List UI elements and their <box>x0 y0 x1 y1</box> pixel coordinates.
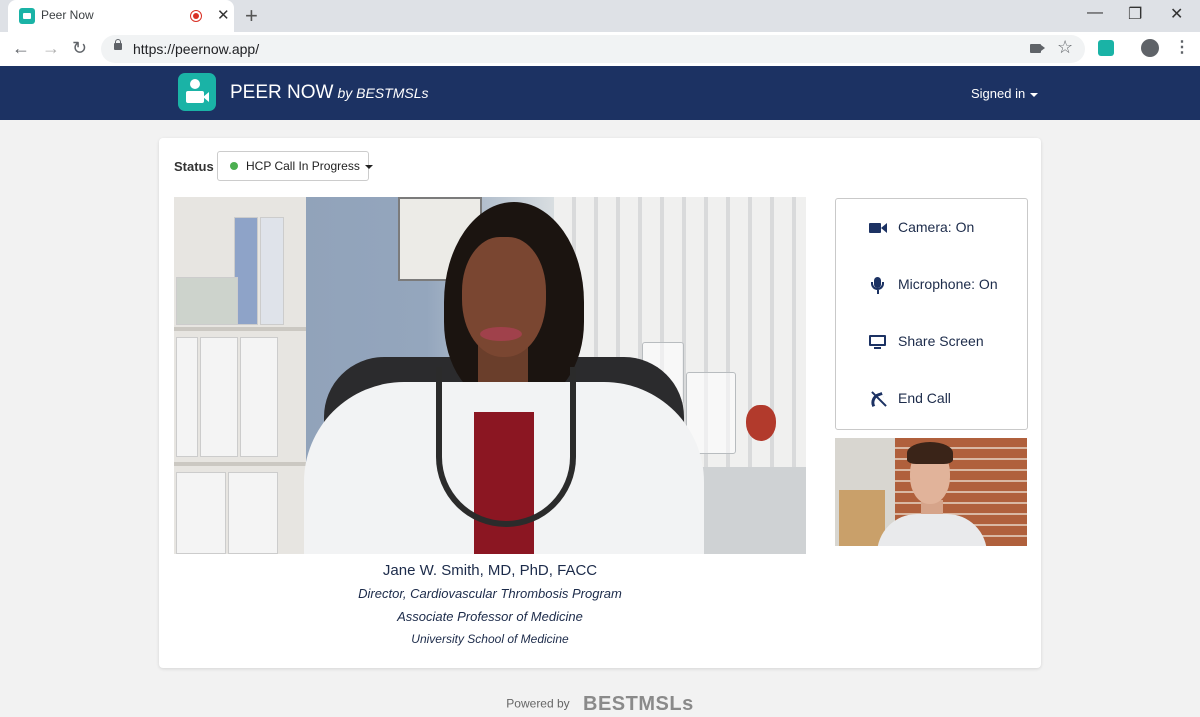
peer-now-logo[interactable] <box>178 73 216 111</box>
end-call-button[interactable]: End Call <box>836 381 1027 417</box>
browser-menu-icon[interactable]: ⋮ <box>1174 37 1190 57</box>
browser-tab[interactable]: Peer Now ✕ <box>8 0 234 32</box>
powered-by-label: Powered by <box>506 696 570 711</box>
extension-icon[interactable] <box>1098 40 1114 56</box>
camera-label: Camera: On <box>898 219 975 235</box>
recording-indicator-icon <box>190 10 202 22</box>
tab-title: Peer Now <box>41 8 94 22</box>
status-value-text: HCP Call In Progress <box>246 159 360 173</box>
app-favicon-icon <box>19 8 35 24</box>
status-indicator-icon <box>230 162 238 170</box>
caller-institution: University School of Medicine <box>411 632 569 646</box>
binder <box>176 472 226 554</box>
minimize-window-button[interactable]: — <box>1087 4 1103 22</box>
shelf <box>839 490 885 546</box>
back-button[interactable]: ← <box>12 38 30 59</box>
shelf-line <box>174 462 306 466</box>
app-header: PEER NOW by BESTMSLs Signed in <box>0 66 1200 120</box>
brand-byline: by BESTMSLs <box>337 85 429 101</box>
brand-name: PEER NOW <box>230 82 334 103</box>
bestmsls-logo: BESTMSLs <box>583 693 694 715</box>
user-menu-dropdown[interactable]: Signed in <box>971 86 1039 101</box>
microphone-icon <box>869 277 887 294</box>
bookmark-star-icon[interactable]: ☆ <box>1057 37 1073 58</box>
logo-camera-shape <box>186 91 204 103</box>
reload-button[interactable]: ↻ <box>72 38 87 59</box>
box <box>176 277 238 325</box>
close-window-button[interactable]: ✕ <box>1170 4 1183 24</box>
video-bookshelf <box>174 197 306 554</box>
lips <box>480 327 522 341</box>
logo-head-shape <box>190 79 200 89</box>
browser-toolbar: ← → ↻ https://peernow.app/ ☆ ⋮ <box>0 32 1200 67</box>
lock-icon <box>114 39 122 50</box>
footer: Powered by BESTMSLs <box>0 693 1200 716</box>
profile-avatar-icon[interactable] <box>1141 39 1159 57</box>
binder <box>240 337 278 457</box>
restore-window-button[interactable]: ❐ <box>1128 4 1142 24</box>
caller-position: Associate Professor of Medicine <box>397 609 583 624</box>
call-controls-panel: Camera: On Microphone: On Share Screen E… <box>835 198 1028 430</box>
close-tab-icon[interactable]: ✕ <box>217 6 230 24</box>
browser-tab-strip: Peer Now ✕ + — ❐ ✕ <box>0 0 1200 32</box>
end-call-label: End Call <box>898 390 951 406</box>
camera-toggle-button[interactable]: Camera: On <box>836 210 1027 246</box>
monitor-icon <box>869 334 887 350</box>
caret-down-icon <box>1030 92 1039 97</box>
status-label: Status <box>174 159 214 174</box>
brand-title: PEER NOW by BESTMSLs <box>230 82 428 104</box>
remote-video-feed <box>174 197 806 554</box>
heart-model <box>746 405 776 441</box>
status-value: HCP Call In Progress <box>246 159 373 173</box>
caller-title: Director, Cardiovascular Thrombosis Prog… <box>358 586 622 601</box>
user-menu-label: Signed in <box>971 86 1026 101</box>
binder <box>228 472 278 554</box>
video-camera-icon <box>869 220 887 236</box>
hair <box>907 442 953 464</box>
end-call-icon <box>868 391 887 408</box>
shelf-line <box>174 327 306 331</box>
caller-name: Jane W. Smith, MD, PhD, FACC <box>382 562 598 579</box>
self-video-preview <box>835 438 1027 546</box>
binder <box>176 337 198 457</box>
caret-down-icon <box>364 164 373 169</box>
new-tab-button[interactable]: + <box>245 3 258 29</box>
binder <box>260 217 284 325</box>
status-dropdown[interactable]: HCP Call In Progress <box>217 151 373 181</box>
camera-in-use-icon[interactable] <box>1030 44 1041 53</box>
share-screen-label: Share Screen <box>898 333 984 349</box>
url-text: https://peernow.app/ <box>133 41 260 57</box>
stethoscope <box>436 367 576 527</box>
caller-info: Jane W. Smith, MD, PhD, FACC Director, C… <box>174 560 806 651</box>
microphone-toggle-button[interactable]: Microphone: On <box>836 267 1027 303</box>
logo-lens-shape <box>203 92 209 102</box>
share-screen-button[interactable]: Share Screen <box>836 324 1027 360</box>
address-bar[interactable]: https://peernow.app/ ☆ <box>101 35 1085 63</box>
forward-button[interactable]: → <box>42 38 60 59</box>
binder <box>200 337 238 457</box>
microphone-label: Microphone: On <box>898 276 998 292</box>
